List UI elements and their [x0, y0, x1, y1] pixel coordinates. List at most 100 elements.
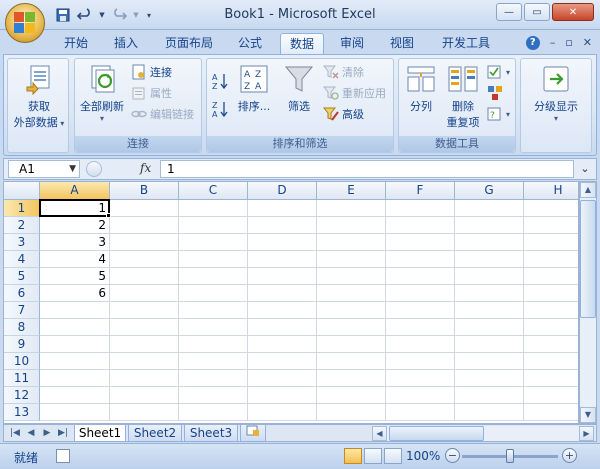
formula-input[interactable]: 1: [160, 160, 574, 178]
column-header-a[interactable]: A: [40, 182, 110, 200]
cell-a4[interactable]: 4: [40, 251, 110, 268]
row-header-2[interactable]: 2: [4, 217, 40, 234]
scroll-up-icon[interactable]: ▲: [580, 182, 596, 198]
sheet-tab-3[interactable]: Sheet3: [184, 425, 238, 442]
column-header-h[interactable]: H: [524, 182, 578, 200]
cell-b4[interactable]: [110, 251, 179, 268]
cell-a7[interactable]: [40, 302, 110, 319]
prev-sheet-icon[interactable]: ◀: [24, 427, 38, 440]
cell-g12[interactable]: [455, 387, 524, 404]
cell-c6[interactable]: [179, 285, 248, 302]
cell-a12[interactable]: [40, 387, 110, 404]
cell-d9[interactable]: [248, 336, 317, 353]
edit-links-button[interactable]: 编辑链接: [131, 105, 194, 123]
tab-developer[interactable]: 开发工具: [436, 33, 496, 54]
cell-c4[interactable]: [179, 251, 248, 268]
tab-review[interactable]: 审阅: [334, 33, 370, 54]
cell-d11[interactable]: [248, 370, 317, 387]
cell-b5[interactable]: [110, 268, 179, 285]
cell-b3[interactable]: [110, 234, 179, 251]
last-sheet-icon[interactable]: ▶|: [56, 427, 70, 440]
normal-view-icon[interactable]: [344, 448, 362, 464]
row-header-11[interactable]: 11: [4, 370, 40, 387]
column-header-g[interactable]: G: [455, 182, 524, 200]
cell-d1[interactable]: [248, 200, 317, 217]
row-header-8[interactable]: 8: [4, 319, 40, 336]
tab-data[interactable]: 数据: [280, 33, 324, 54]
cell-c1[interactable]: [179, 200, 248, 217]
name-box[interactable]: A1 ▼: [8, 160, 80, 178]
row-header-5[interactable]: 5: [4, 268, 40, 285]
zoom-level[interactable]: 100%: [406, 449, 440, 463]
cell-d5[interactable]: [248, 268, 317, 285]
macro-record-icon[interactable]: [56, 449, 70, 463]
properties-button[interactable]: 属性: [131, 84, 172, 102]
outline-button[interactable]: 分级显示 ▾: [523, 63, 589, 123]
name-box-dropdown-icon[interactable]: ▼: [69, 161, 76, 177]
cell-f7[interactable]: [386, 302, 455, 319]
cell-c2[interactable]: [179, 217, 248, 234]
cell-h12[interactable]: [524, 387, 578, 404]
cell-h6[interactable]: [524, 285, 578, 302]
cell-d2[interactable]: [248, 217, 317, 234]
remove-duplicates-button[interactable]: 删除 重复项: [441, 63, 485, 130]
row-header-7[interactable]: 7: [4, 302, 40, 319]
clear-filter-button[interactable]: 清除: [322, 63, 364, 81]
cell-b1[interactable]: [110, 200, 179, 217]
cell-g3[interactable]: [455, 234, 524, 251]
cell-c3[interactable]: [179, 234, 248, 251]
row-header-4[interactable]: 4: [4, 251, 40, 268]
horizontal-scrollbar[interactable]: ◀ ▶: [372, 426, 594, 441]
row-header-12[interactable]: 12: [4, 387, 40, 404]
cell-b10[interactable]: [110, 353, 179, 370]
cell-e1[interactable]: [317, 200, 386, 217]
cell-e10[interactable]: [317, 353, 386, 370]
cell-g11[interactable]: [455, 370, 524, 387]
cell-h7[interactable]: [524, 302, 578, 319]
cell-h8[interactable]: [524, 319, 578, 336]
consolidate-button[interactable]: [487, 84, 503, 102]
get-external-data-button[interactable]: 获取 外部数据 ▾: [12, 63, 66, 130]
cell-h1[interactable]: [524, 200, 578, 217]
cell-g13[interactable]: [455, 404, 524, 421]
filter-button[interactable]: 筛选: [281, 63, 317, 114]
cell-g6[interactable]: [455, 285, 524, 302]
sheet-tab-1[interactable]: Sheet1: [74, 425, 126, 442]
worksheet-grid[interactable]: ABCDEFGH 1 1 2 2 3 3 4 4 5 5 6 6 7 8 9 10 11 12 13: [3, 181, 579, 424]
insert-function-button[interactable]: fx: [140, 161, 151, 175]
cell-g10[interactable]: [455, 353, 524, 370]
cell-g8[interactable]: [455, 319, 524, 336]
cell-f11[interactable]: [386, 370, 455, 387]
text-to-columns-button[interactable]: 分列: [403, 63, 439, 114]
cell-a5[interactable]: 5: [40, 268, 110, 285]
column-header-e[interactable]: E: [317, 182, 386, 200]
column-header-b[interactable]: B: [110, 182, 179, 200]
cell-h9[interactable]: [524, 336, 578, 353]
cell-h5[interactable]: [524, 268, 578, 285]
cell-e9[interactable]: [317, 336, 386, 353]
cell-e6[interactable]: [317, 285, 386, 302]
horizontal-scroll-thumb[interactable]: [389, 426, 484, 441]
cell-d12[interactable]: [248, 387, 317, 404]
cell-b6[interactable]: [110, 285, 179, 302]
cell-c13[interactable]: [179, 404, 248, 421]
page-break-view-icon[interactable]: [384, 448, 402, 464]
cell-c8[interactable]: [179, 319, 248, 336]
sort-ascending-button[interactable]: AZ: [212, 71, 228, 91]
cell-e7[interactable]: [317, 302, 386, 319]
workbook-close-icon[interactable]: ✕: [583, 36, 592, 50]
sort-descending-button[interactable]: ZA: [212, 99, 228, 119]
cell-b2[interactable]: [110, 217, 179, 234]
select-all-button[interactable]: [4, 182, 40, 200]
vertical-scrollbar[interactable]: ▲ ▼: [579, 181, 597, 424]
cell-d10[interactable]: [248, 353, 317, 370]
cell-f9[interactable]: [386, 336, 455, 353]
cell-b12[interactable]: [110, 387, 179, 404]
cell-c9[interactable]: [179, 336, 248, 353]
cell-e12[interactable]: [317, 387, 386, 404]
cell-f2[interactable]: [386, 217, 455, 234]
cell-a3[interactable]: 3: [40, 234, 110, 251]
cell-f13[interactable]: [386, 404, 455, 421]
row-header-9[interactable]: 9: [4, 336, 40, 353]
office-button[interactable]: [5, 3, 45, 43]
